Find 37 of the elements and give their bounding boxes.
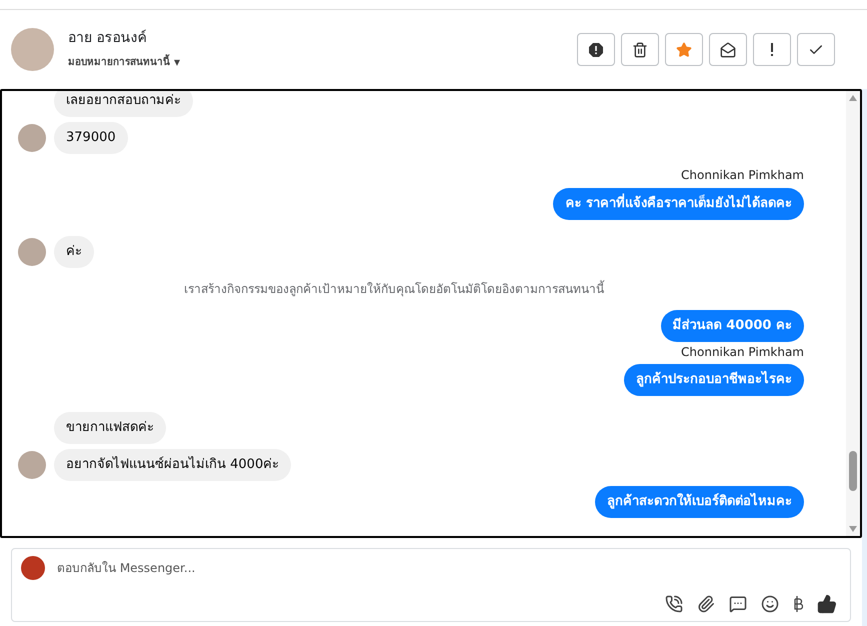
alert-icon (588, 42, 604, 58)
scrollbar[interactable] (846, 91, 860, 536)
thumbs-up-icon[interactable] (817, 594, 837, 614)
alert-button[interactable] (577, 33, 615, 66)
avatar (18, 124, 46, 152)
check-button[interactable] (797, 33, 835, 66)
message-bubble: 379000 (54, 122, 128, 154)
trash-button[interactable] (621, 33, 659, 66)
message-bubble: เลยอยากสอบถามค่ะ (54, 91, 193, 117)
contact-name: อาย อรอนงค์ (68, 28, 148, 48)
avatar (18, 238, 46, 266)
avatar (18, 451, 46, 479)
star-button[interactable] (665, 33, 703, 66)
phone-icon[interactable] (665, 595, 683, 613)
envelope-icon (720, 42, 736, 58)
star-icon (676, 42, 692, 58)
reply-field[interactable]: ตอบกลับใน Messenger... (57, 559, 841, 577)
emoji-icon[interactable] (761, 595, 779, 613)
sender-name: Chonnikan Pimkham (681, 168, 804, 182)
message-bubble: ลูกค้าสะดวกให้เบอร์ติดต่อไหมคะ (595, 486, 804, 518)
paperclip-icon[interactable] (697, 595, 715, 613)
chat-bubble-icon[interactable] (729, 595, 747, 613)
baht-icon[interactable] (793, 595, 803, 613)
exclamation-icon (770, 42, 774, 56)
message-bubble: ค่ะ (54, 236, 94, 268)
assign-dropdown[interactable]: มอบหมายการสนทนานี้ ▾ (68, 53, 180, 71)
message-bubble: อยากจัดไฟแนนซ์ผ่อนไม่เกิน 4000ค่ะ (54, 449, 292, 481)
message-bubble: ลูกค้าประกอบอาชีพอะไรคะ (624, 364, 804, 396)
message-bubble: คะ ราคาที่แจ้งคือราคาเต็มยังไม่ได้ลดคะ (553, 188, 804, 220)
page-avatar (21, 556, 45, 580)
mail-button[interactable] (709, 33, 747, 66)
message-bubble: มีส่วนลด 40000 คะ (660, 310, 804, 342)
trash-icon (632, 42, 648, 58)
contact-avatar (11, 28, 54, 71)
sender-name: Chonnikan Pimkham (681, 345, 804, 359)
message-bubble: ขายกาแฟสดค่ะ (54, 412, 166, 444)
system-notice: เราสร้างกิจกรรมของลูกค้าเป้าหมายให้กับคุณโดยอัตโนมัติโดยอิงตามการสนทนานี้ (184, 280, 604, 298)
